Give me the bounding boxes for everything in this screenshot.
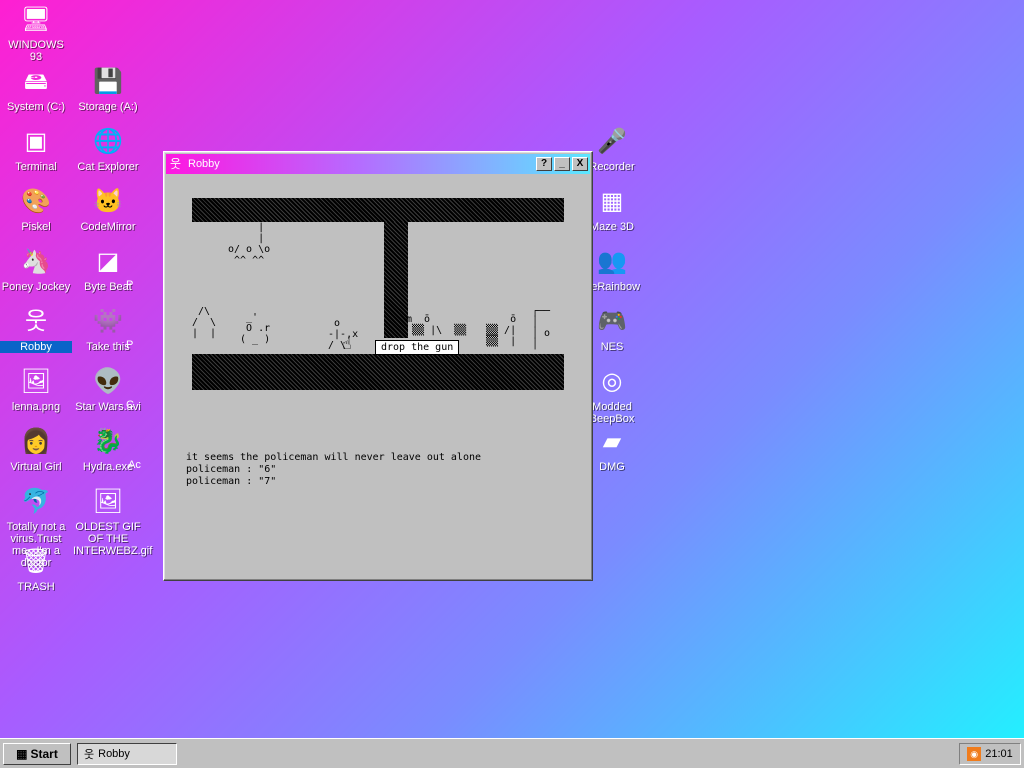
taskbar: ▦ Start 웃 Robby ◉ 21:01: [0, 738, 1024, 768]
face-icon: 👩: [21, 428, 51, 455]
minimize-button[interactable]: _: [554, 157, 570, 171]
yoda-icon: 👽: [93, 368, 123, 395]
log-line: policeman : "7": [186, 476, 277, 487]
desktop-icon-label: Cat Explorer: [77, 161, 139, 173]
start-button[interactable]: ▦ Start: [3, 742, 71, 765]
hidden-icon-label[interactable]: C: [126, 399, 166, 411]
stickman-icon: 웃: [84, 748, 95, 761]
desktop-icon-label: CodeMirror: [80, 221, 136, 233]
terminal-icon: ▣: [24, 128, 48, 155]
game-log: it seems the policeman will never leave …: [186, 452, 481, 488]
hidden-icon-label[interactable]: P: [126, 339, 166, 351]
hand-cursor-icon: ☝: [342, 334, 352, 353]
close-button[interactable]: X: [572, 157, 588, 171]
globe-icon: 🌐: [93, 128, 123, 155]
desktop-icon-trash[interactable]: 🗑 TRASH: [0, 546, 72, 593]
desktop-icon-label: TRASH: [17, 581, 55, 593]
desktop-icon-label: Robby: [0, 341, 72, 353]
door-left: /\ / \ | |: [192, 306, 217, 339]
exit-door[interactable]: ┌── │ │ o │: [532, 306, 550, 350]
desktop-icon-system[interactable]: 🖴 System (C:): [0, 66, 72, 113]
computer-icon: 🖥: [20, 6, 52, 33]
desktop-icon-label: Storage (A:): [78, 101, 138, 113]
log-line: policeman : "6": [186, 464, 277, 475]
tooltip: drop the gun: [375, 340, 460, 355]
image-file-icon: 🖼: [20, 368, 52, 395]
floor: [192, 354, 564, 390]
ring-icon: ◎: [601, 368, 623, 395]
trash-icon: 🗑: [20, 548, 52, 575]
desktop-icon-poney-jockey[interactable]: 🦄 Poney Jockey: [0, 246, 72, 293]
robby-window: 웃 Robby ? _ X | | o/ o \o ^^ ^^ /\ / \ |…: [163, 151, 593, 581]
desktop-icon-oldest-gif[interactable]: 🖼 OLDEST GIF OF THE INTERWEBZ.gif: [72, 486, 153, 557]
stickman-icon: 웃: [24, 308, 48, 335]
clock: 21:01: [985, 747, 1013, 760]
desktop-icon-label: Poney Jockey: [1, 281, 71, 293]
policeman-character: m ō ▒▒ |\ ▒▒: [406, 314, 467, 336]
log-line: it seems the policeman will never leave …: [186, 452, 482, 463]
hidden-icon-label[interactable]: P: [126, 279, 166, 291]
desktop-icon-virtual-girl[interactable]: 👩 Virtual Girl: [0, 426, 72, 473]
desktop-icon-windows93[interactable]: 🖥 WINDOWS 93: [0, 4, 72, 63]
floppy-icon: 💾: [93, 68, 123, 95]
maze-icon: ▦: [600, 188, 624, 215]
gameboy-icon: ▰: [602, 428, 622, 455]
desktop-icon-terminal[interactable]: ▣ Terminal: [0, 126, 72, 173]
windows-logo-icon: ▦: [16, 746, 28, 761]
palette-icon: 🎨: [21, 188, 51, 215]
desktop-icon-lenna[interactable]: 🖼 lenna.png: [0, 366, 72, 413]
dragon-icon: 🐉: [93, 428, 123, 455]
desktop-icon-label: WINDOWS 93: [8, 39, 64, 63]
task-label: Robby: [98, 747, 130, 760]
hanging-creature: | | o/ o \o ^^ ^^: [228, 222, 271, 266]
stickman-icon: 웃: [170, 157, 182, 171]
pillar: [384, 222, 408, 338]
robby-character[interactable]: o -|-,x / \: [322, 318, 358, 351]
desktop-icon-piskel[interactable]: 🎨 Piskel: [0, 186, 72, 233]
system-tray: ◉ 21:01: [959, 742, 1021, 765]
microphone-icon: 🎤: [597, 128, 627, 155]
gif-file-icon: 🖼: [92, 488, 124, 515]
people-icon: 👥: [597, 248, 627, 275]
pony-icon: 🦄: [21, 248, 51, 275]
desktop-icon-label: OLDEST GIF OF THE INTERWEBZ.gif: [73, 521, 153, 557]
hidden-icon-label[interactable]: Ac: [128, 459, 168, 471]
help-button[interactable]: ?: [536, 157, 552, 171]
window-titlebar[interactable]: 웃 Robby ? _ X: [166, 154, 590, 174]
window-title: Robby: [188, 158, 220, 170]
rss-icon[interactable]: ◉: [967, 746, 982, 761]
drive-icon: 🖴: [23, 68, 49, 95]
game-canvas[interactable]: | | o/ o \o ^^ ^^ /\ / \ | | _' O .r ( _…: [192, 198, 564, 390]
right-character: ō ▒▒ /| ▒▒ |: [486, 314, 517, 347]
desktop-icon-label: System (C:): [6, 101, 66, 113]
taskbar-item-robby[interactable]: 웃 Robby: [77, 742, 177, 765]
cat-character: _' O .r ( _ ): [240, 312, 271, 345]
desktop-icon-cat-explorer[interactable]: 🌐 Cat Explorer: [72, 126, 144, 173]
desktop-icon-label: lenna.png: [11, 401, 61, 413]
cat-icon: 🐱: [93, 188, 123, 215]
desktop-icon-codemirror[interactable]: 🐱 CodeMirror: [72, 186, 144, 233]
nes-icon: 🎮: [597, 308, 627, 335]
desktop-icon-label: Terminal: [15, 161, 57, 173]
desktop-icon-robby[interactable]: 웃 Robby: [0, 306, 72, 353]
desktop-icon-label: Piskel: [21, 221, 51, 233]
monster-icon: 👾: [93, 308, 123, 335]
desktop-icon-label: Virtual Girl: [10, 461, 62, 473]
ceiling: [192, 198, 564, 222]
dolphin-icon: 🐬: [21, 488, 51, 515]
desktop-icon-storage[interactable]: 💾 Storage (A:): [72, 66, 144, 113]
bytebeat-icon: ◪: [96, 248, 120, 275]
start-label: Start: [30, 746, 58, 761]
